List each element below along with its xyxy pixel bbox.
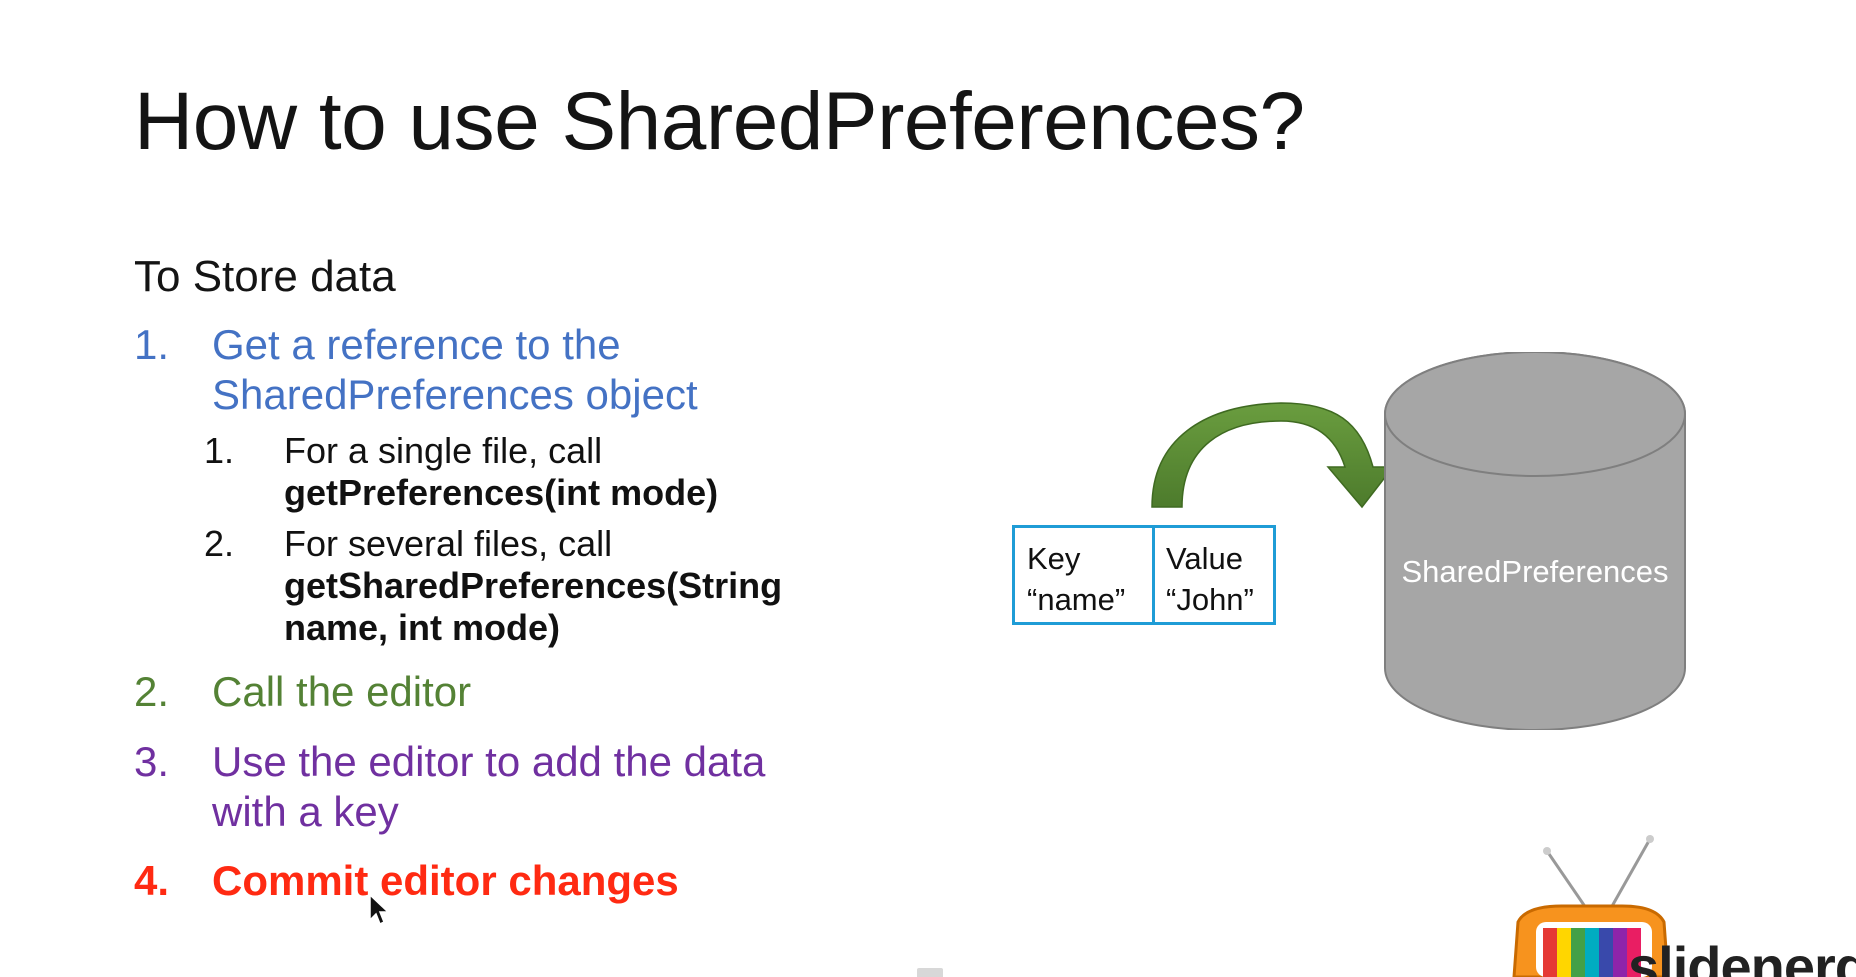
step-3-text: Use the editor to add the data with a ke… [212,737,765,837]
step-1-number: 1. [134,321,170,368]
step-3-line-1: Use the editor to add the data [212,738,766,785]
key-cell: Key “name” [1027,538,1125,620]
key-label: Key [1027,541,1081,576]
key-value: “name” [1027,582,1126,617]
step-1-text: Get a reference to the SharedPreferences… [212,320,698,420]
substep-1-1-description: For a single file, call [284,430,603,471]
step-1-line-2: SharedPreferences object [212,371,698,418]
value-label: Value [1166,541,1243,576]
step-4-text: Commit editor changes [212,857,679,904]
substep-1-2-description: For several files, call [284,523,613,564]
small-gray-marker [917,968,943,977]
substep-1-2-number: 2. [204,523,235,564]
substep-1-1-code: getPreferences(int mode) [284,472,719,513]
slide-title: How to use SharedPreferences? [134,76,1305,167]
shared-preferences-cylinder: SharedPreferences [1384,351,1686,731]
step-1-line-1: Get a reference to the [212,321,621,368]
step-3-number: 3. [134,738,170,785]
shared-preferences-label: SharedPreferences [1401,554,1669,589]
step-3-line-2: with a key [212,788,399,835]
slide-canvas: How to use SharedPreferences? To Store d… [0,0,1856,977]
mouse-pointer-icon [369,893,390,926]
substep-1-2-code-line-1: getSharedPreferences(String [284,565,783,606]
value-cell: Value “John” [1166,538,1254,620]
substep-1-1-text: For a single file, call getPreferences(i… [284,430,718,514]
step-2-number: 2. [134,668,170,715]
curved-transfer-arrow [1151,402,1395,509]
slidenerd-logo: slidenerd [1498,834,1856,977]
substep-1-2-text: For several files, call getSharedPrefere… [284,523,782,649]
substep-1-2-code-line-2: name, int mode) [284,607,561,648]
database-cylinder-icon [1384,351,1686,731]
store-data-heading: To Store data [134,252,396,301]
key-value-divider [1152,528,1155,622]
slidenerd-wordmark: slidenerd [1628,935,1856,977]
step-4-number: 4. [134,857,170,904]
step-2-text: Call the editor [212,668,472,715]
substep-1-1-number: 1. [204,430,235,471]
key-value-table: Key “name” Value “John” [1012,525,1276,625]
value-value: “John” [1166,582,1254,617]
